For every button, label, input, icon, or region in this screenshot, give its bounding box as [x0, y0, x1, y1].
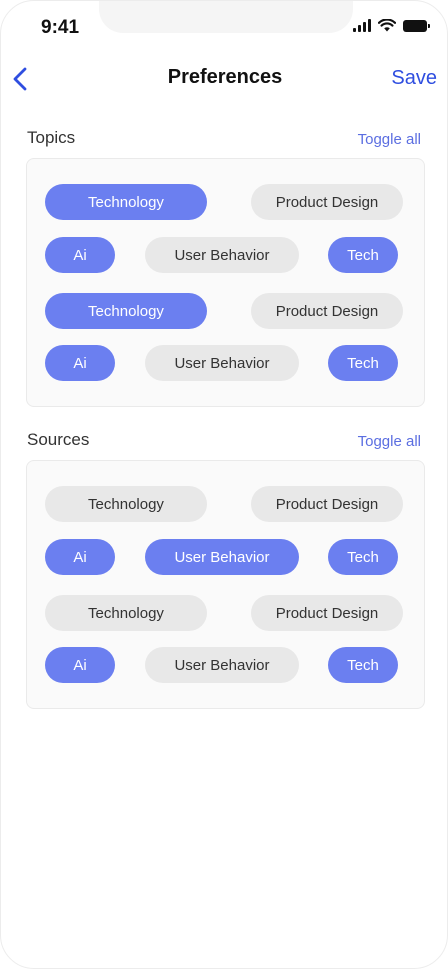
topic-chip[interactable]: Product Design — [251, 184, 403, 220]
topics-header: Topics Toggle all — [26, 128, 425, 158]
wifi-icon — [378, 19, 396, 32]
source-chip[interactable]: User Behavior — [145, 647, 299, 683]
topic-chip[interactable]: Tech — [328, 237, 398, 273]
topic-chip[interactable]: Technology — [45, 293, 207, 329]
source-chip[interactable]: Technology — [45, 595, 207, 631]
page-title: Preferences — [167, 66, 283, 88]
device-notch — [99, 1, 353, 33]
nav-bar: Preferences Save — [1, 57, 447, 101]
topic-chip[interactable]: Ai — [45, 237, 115, 273]
sources-card: Technology Product Design Ai User Behavi… — [26, 460, 425, 709]
battery-icon — [403, 19, 430, 32]
topics-card: Technology Product Design Ai User Behavi… — [26, 158, 425, 407]
source-chip[interactable]: Ai — [45, 647, 115, 683]
status-time: 9:41 — [41, 17, 80, 38]
source-chip[interactable]: Technology — [45, 486, 207, 522]
source-chip[interactable]: Tech — [328, 539, 398, 575]
sources-title: Sources — [27, 430, 90, 449]
source-chip[interactable]: User Behavior — [145, 539, 299, 575]
signal-icon — [353, 19, 371, 32]
sources-toggle-all-button[interactable]: Toggle all — [358, 433, 421, 450]
status-icons — [353, 19, 430, 32]
topic-chip[interactable]: Product Design — [251, 293, 403, 329]
phone-screen: 9:41 Preferences Save Topics Toggle all … — [0, 0, 448, 969]
source-chip[interactable]: Ai — [45, 539, 115, 575]
sources-header: Sources Toggle all — [26, 430, 425, 460]
topic-chip[interactable]: User Behavior — [145, 237, 299, 273]
source-chip[interactable]: Product Design — [251, 595, 403, 631]
topic-chip[interactable]: User Behavior — [145, 345, 299, 381]
source-chip[interactable]: Product Design — [251, 486, 403, 522]
topics-toggle-all-button[interactable]: Toggle all — [358, 131, 421, 148]
topic-chip[interactable]: Tech — [328, 345, 398, 381]
topic-chip[interactable]: Technology — [45, 184, 207, 220]
topics-title: Topics — [27, 128, 76, 147]
sources-section: Sources Toggle all Technology Product De… — [26, 430, 425, 709]
topic-chip[interactable]: Ai — [45, 345, 115, 381]
topics-section: Topics Toggle all Technology Product Des… — [26, 128, 425, 407]
save-button[interactable]: Save — [391, 67, 437, 90]
source-chip[interactable]: Tech — [328, 647, 398, 683]
